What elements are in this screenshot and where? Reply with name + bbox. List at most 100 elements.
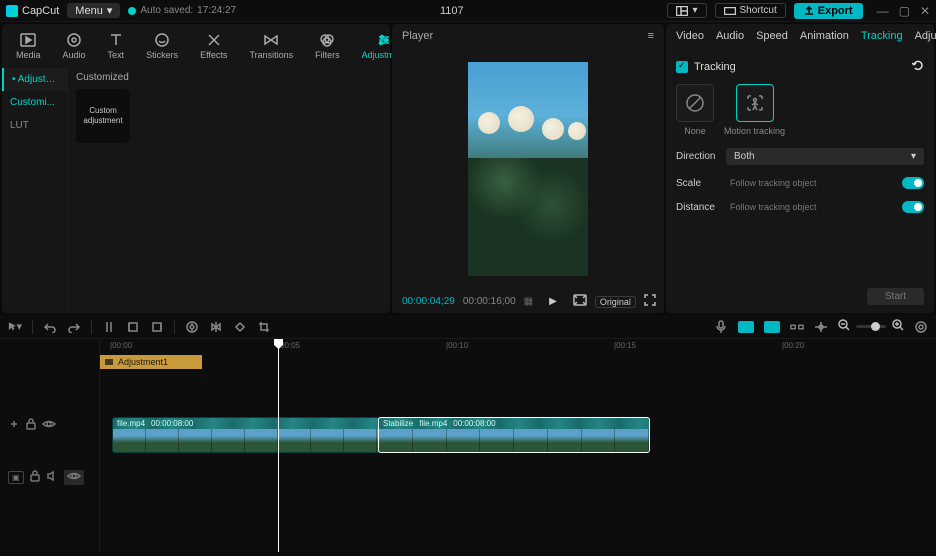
prop-tab-speed[interactable]: Speed xyxy=(756,30,788,42)
track-mute-icon[interactable] xyxy=(46,470,58,485)
tab-transitions[interactable]: Transitions xyxy=(243,28,299,64)
sidebar-item-customized[interactable]: Customi... xyxy=(2,91,67,114)
shortcut-button[interactable]: Shortcut xyxy=(715,3,786,18)
time-ruler[interactable]: |00:00 |00:05 |00:10 |00:15 |00:20 xyxy=(100,339,936,355)
video-preview[interactable] xyxy=(468,62,588,276)
zoom-out-icon[interactable] xyxy=(838,319,850,334)
adjustment-icon xyxy=(376,32,392,48)
zoom-fit-icon[interactable] xyxy=(914,321,928,333)
app-logo: CapCut xyxy=(6,5,59,17)
player-menu-icon[interactable]: ≡ xyxy=(648,30,654,42)
original-button[interactable]: Original xyxy=(595,296,636,308)
start-button[interactable]: Start xyxy=(867,288,924,305)
split-icon[interactable] xyxy=(102,321,116,333)
prop-tab-adjustment[interactable]: Adjustm... xyxy=(915,30,936,42)
ratio-button[interactable] xyxy=(573,294,587,309)
clip-video-2-selected[interactable]: Stabilize file.mp4 00:00:08:00 xyxy=(378,417,650,453)
track-toggle-icon[interactable] xyxy=(8,419,20,432)
player-title: Player xyxy=(402,30,433,42)
transitions-icon xyxy=(263,32,279,48)
layout-button[interactable]: ▾ xyxy=(667,3,706,18)
asset-heading: Customized xyxy=(76,72,382,83)
asset-card-custom-adjustment[interactable]: Custom adjustment xyxy=(76,89,130,143)
total-time: 00:00:16;00 xyxy=(463,296,516,307)
scale-label: Scale xyxy=(676,178,726,189)
timeline: ▾ xyxy=(0,315,936,552)
maximize-button[interactable]: ▢ xyxy=(899,4,910,18)
effects-icon xyxy=(206,32,222,48)
tracking-checkbox[interactable] xyxy=(676,61,688,73)
distance-label: Distance xyxy=(676,202,726,213)
direction-label: Direction xyxy=(676,151,726,162)
saved-indicator-icon xyxy=(128,7,136,15)
redo-icon[interactable] xyxy=(67,321,81,333)
tab-stickers[interactable]: Stickers xyxy=(140,28,184,64)
menu-button[interactable]: Menu ▾ xyxy=(67,3,120,18)
prop-tab-video[interactable]: Video xyxy=(676,30,704,42)
crop-icon[interactable] xyxy=(257,321,271,333)
chevron-down-icon: ▾ xyxy=(107,4,113,17)
sidebar-item-adjustment[interactable]: • Adjustment xyxy=(2,68,67,91)
title-bar: CapCut Menu ▾ Auto saved: 17:24:27 1107 … xyxy=(0,0,936,22)
player-panel: Player ≡ 00:00:04;29 00:00:16;00 ▦ ▶ Ori… xyxy=(392,24,664,313)
fullscreen-button[interactable] xyxy=(644,294,656,309)
tab-audio[interactable]: Audio xyxy=(57,28,92,64)
tracking-label: Tracking xyxy=(694,61,736,73)
asset-panel: Media Audio Text Stickers Effects Transi… xyxy=(2,24,390,313)
project-title: 1107 xyxy=(244,5,659,17)
preview-axis-icon[interactable] xyxy=(814,321,828,333)
snap-icon[interactable] xyxy=(790,322,804,332)
capcut-logo-icon xyxy=(6,5,18,17)
track-lock-icon[interactable] xyxy=(26,418,36,433)
sidebar-item-lut[interactable]: LUT xyxy=(2,114,67,137)
direction-select[interactable]: Both ▾ xyxy=(726,148,924,165)
track-lock-icon[interactable] xyxy=(30,470,40,485)
current-time: 00:00:04;29 xyxy=(402,296,455,307)
tab-media[interactable]: Media xyxy=(10,28,47,64)
magnet-link-icon[interactable] xyxy=(764,321,780,333)
inspector-panel: Video Audio Speed Animation Tracking Adj… xyxy=(666,24,934,313)
distance-hint: Follow tracking object xyxy=(730,202,817,212)
delete-right-icon[interactable] xyxy=(150,321,164,333)
tab-filters[interactable]: Filters xyxy=(309,28,346,64)
scale-toggle[interactable] xyxy=(902,177,924,189)
reset-icon[interactable] xyxy=(912,59,924,74)
playhead[interactable] xyxy=(278,339,279,552)
minimize-button[interactable]: — xyxy=(877,4,889,18)
mirror-icon[interactable] xyxy=(209,321,223,333)
rotate-icon[interactable] xyxy=(233,321,247,333)
clip-adjustment[interactable]: Adjustment1 xyxy=(100,355,202,369)
filters-icon xyxy=(319,32,335,48)
tab-text[interactable]: Text xyxy=(102,28,131,64)
none-icon xyxy=(685,93,705,113)
track-hide-icon[interactable] xyxy=(64,470,84,485)
prop-tab-audio[interactable]: Audio xyxy=(716,30,744,42)
timeline-tracks[interactable]: |00:00 |00:05 |00:10 |00:15 |00:20 Adjus… xyxy=(100,339,936,552)
prop-tab-animation[interactable]: Animation xyxy=(800,30,849,42)
selection-tool-icon[interactable]: ▾ xyxy=(8,320,22,333)
delete-left-icon[interactable] xyxy=(126,321,140,333)
mic-icon[interactable] xyxy=(714,320,728,334)
mode-motion-tracking[interactable]: Motion tracking xyxy=(724,84,785,136)
play-button[interactable]: ▶ xyxy=(549,296,557,307)
close-button[interactable]: ✕ xyxy=(920,4,930,18)
audio-icon xyxy=(66,32,82,48)
magnet-main-icon[interactable] xyxy=(738,321,754,333)
chevron-down-icon: ▾ xyxy=(911,151,916,162)
distance-toggle[interactable] xyxy=(902,201,924,213)
undo-icon[interactable] xyxy=(43,321,57,333)
mode-none[interactable]: None xyxy=(676,84,714,136)
autosave-status: Auto saved: 17:24:27 xyxy=(128,5,236,16)
media-icon xyxy=(20,32,36,48)
tab-effects[interactable]: Effects xyxy=(194,28,233,64)
export-button[interactable]: Export xyxy=(794,3,863,19)
app-name: CapCut xyxy=(22,5,59,17)
zoom-slider[interactable] xyxy=(856,325,886,328)
track-visible-icon[interactable] xyxy=(42,419,56,432)
cover-icon[interactable]: ▣ xyxy=(8,471,24,484)
adjustment-icon xyxy=(104,357,114,367)
freeze-icon[interactable] xyxy=(185,321,199,333)
zoom-in-icon[interactable] xyxy=(892,319,904,334)
list-view-icon[interactable]: ▦ xyxy=(524,296,533,307)
prop-tab-tracking[interactable]: Tracking xyxy=(861,30,903,42)
